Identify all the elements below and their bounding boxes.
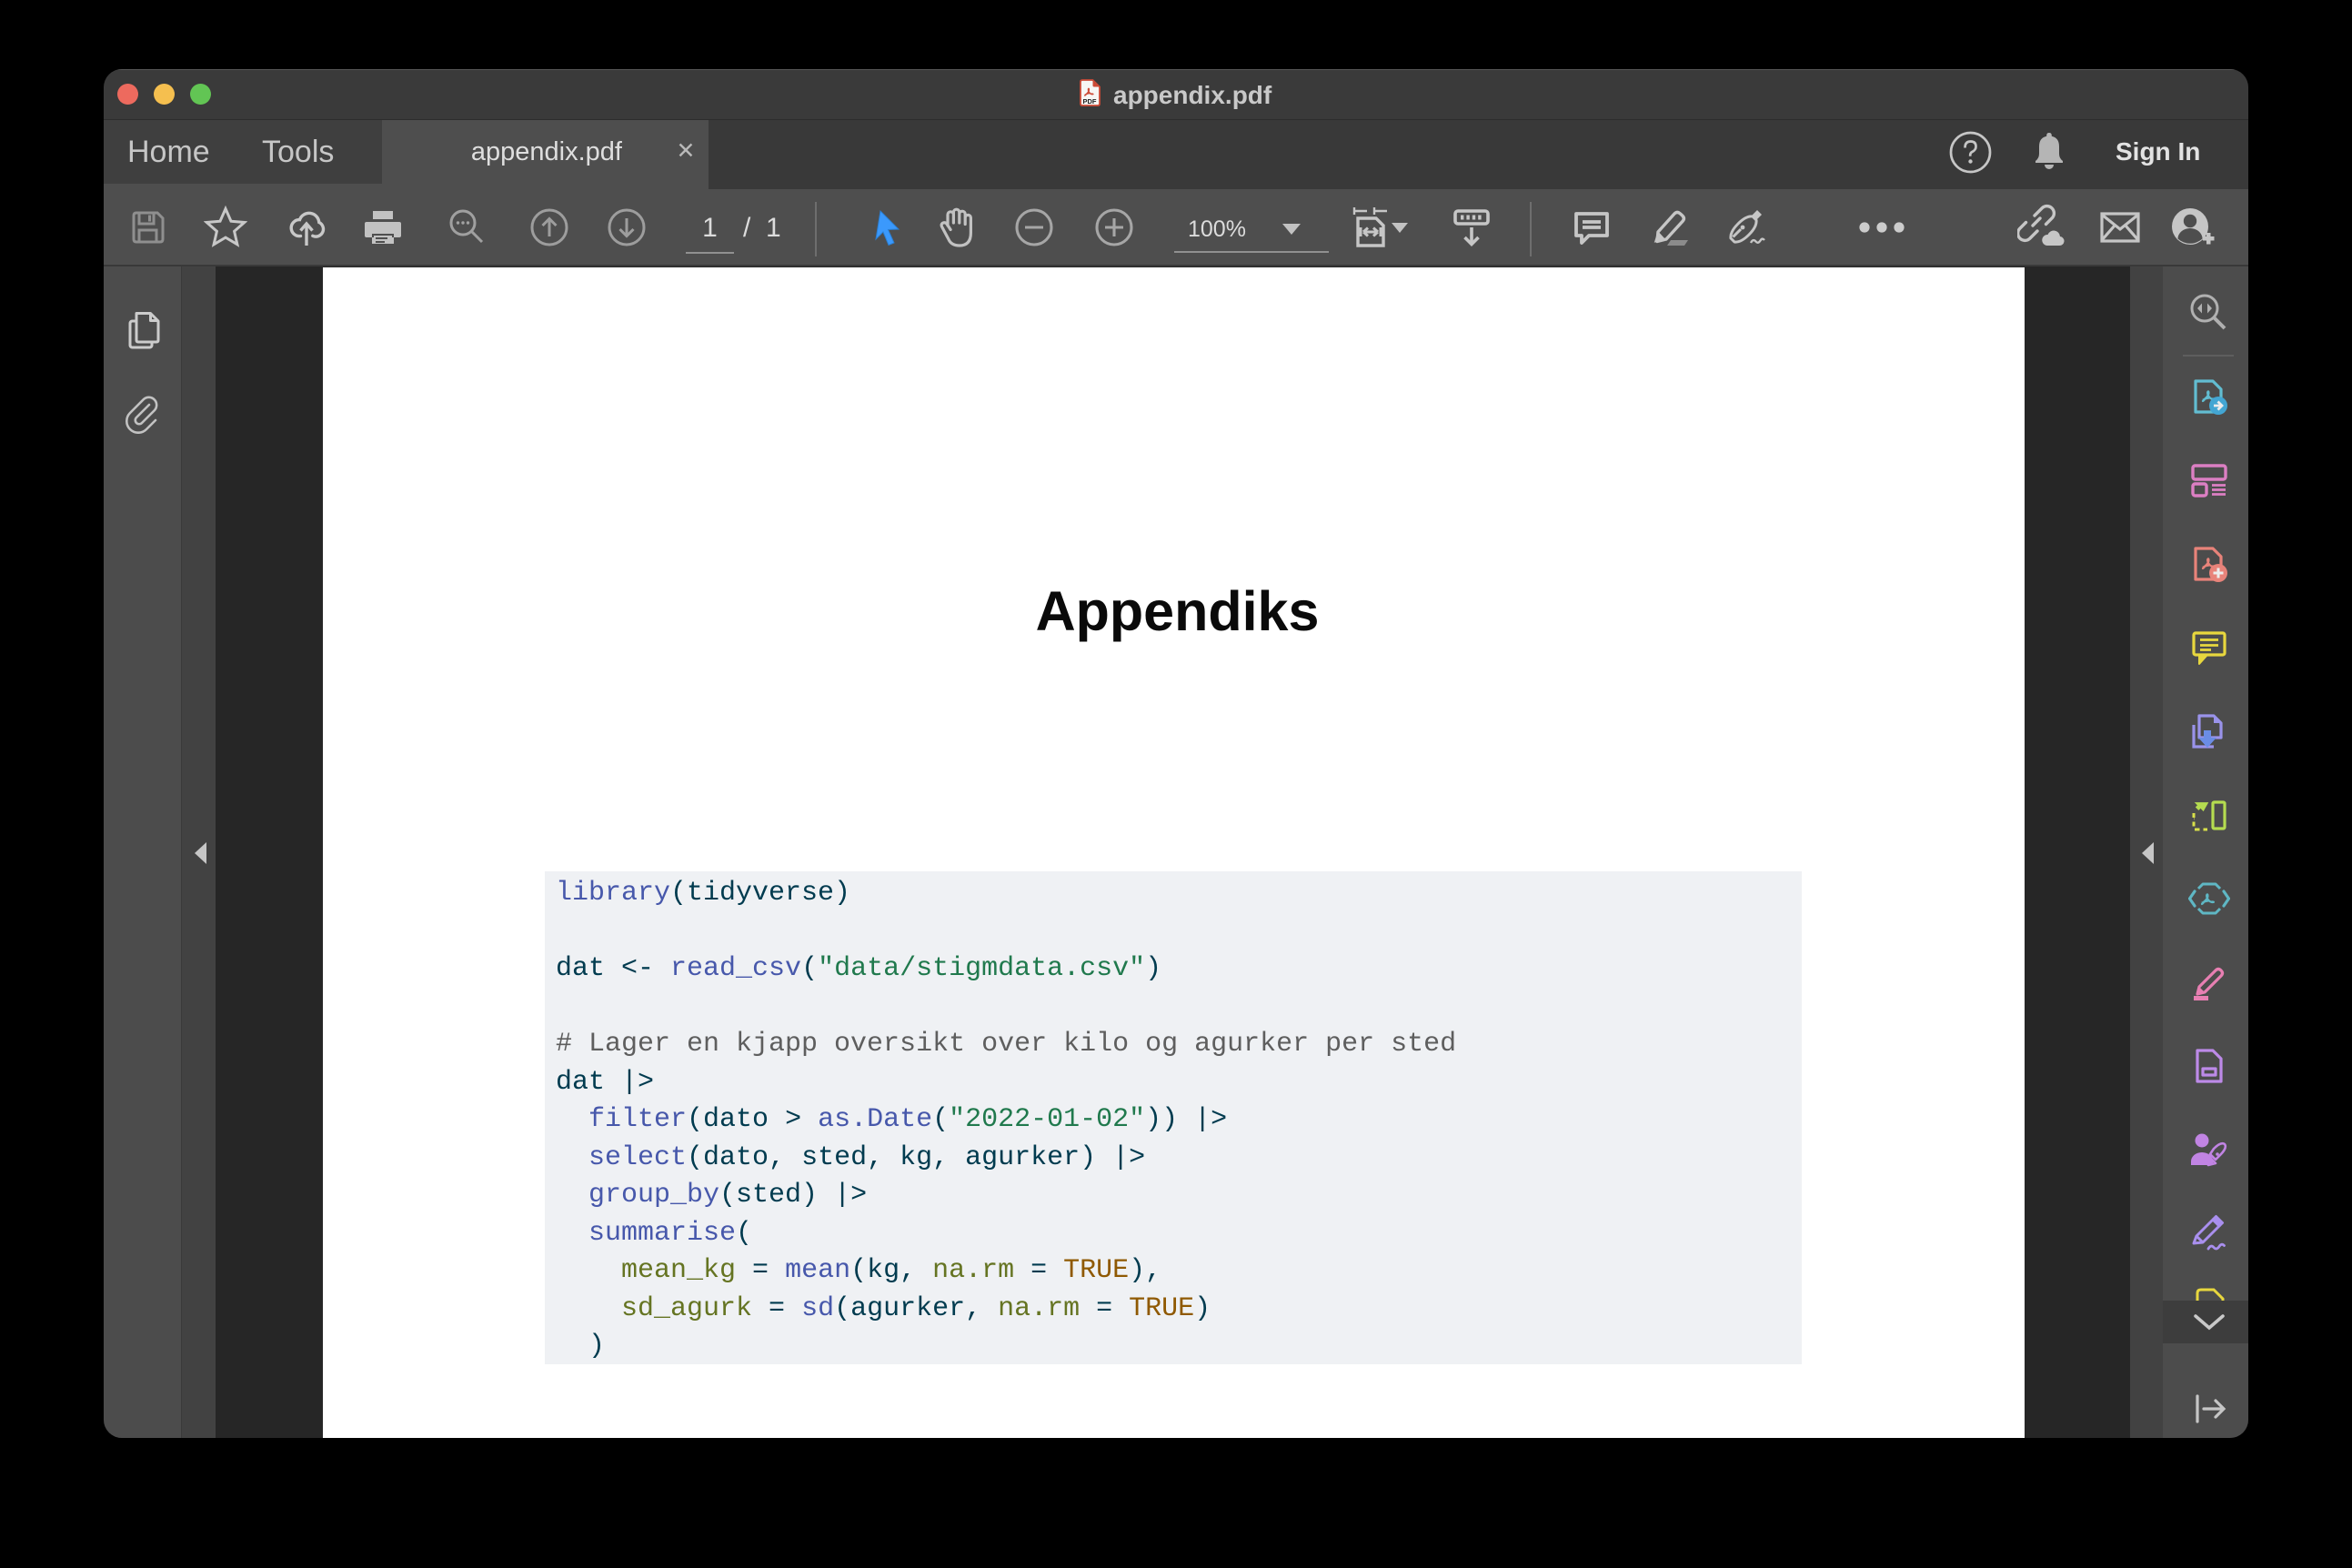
svg-text:PDF: PDF (1083, 97, 1097, 106)
